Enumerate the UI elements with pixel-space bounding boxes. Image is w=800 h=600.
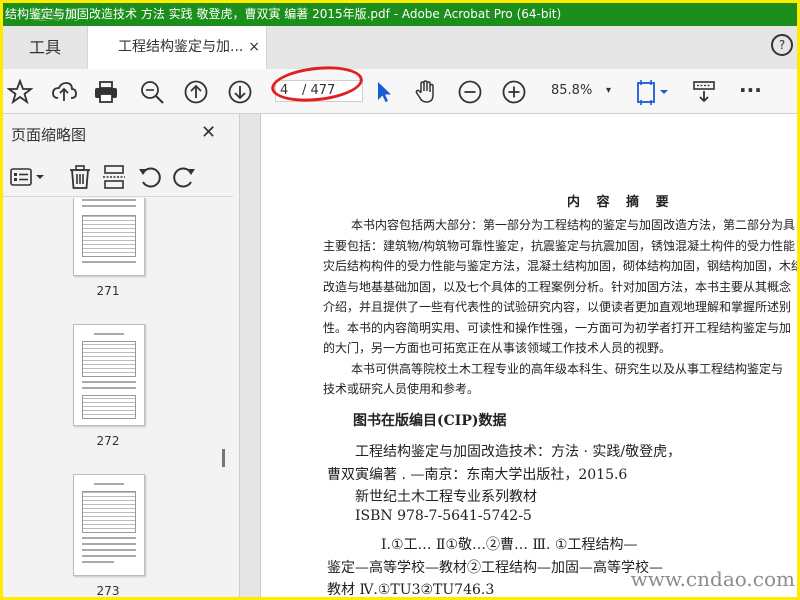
tab-document-label: 工程结构鉴定与加... xyxy=(118,39,244,55)
document-view[interactable]: 内 容 摘 要 本书内容包括两大部分：第一部分为工程结构的鉴定与加固改造方法，第… xyxy=(240,114,797,597)
cip-line: 工程结构鉴定与加固改造技术：方法 · 实践/敬登虎， xyxy=(355,444,682,460)
main-toolbar: 4 / 477 85.8% ▾ ··· xyxy=(3,69,797,114)
print-icon[interactable] xyxy=(93,79,119,105)
window-title: 结构鉴定与加固改造技术 方法 实践 敬登虎，曹双寅 编著 2015年版.pdf … xyxy=(5,7,562,21)
thumbnail-page-label: 273 xyxy=(96,584,120,597)
cip-line: 教材 Ⅳ.①TU3②TU746.3 xyxy=(327,582,495,598)
help-icon[interactable]: ? xyxy=(771,34,793,56)
panel-scrollbar-thumb[interactable] xyxy=(222,449,225,467)
hand-tool-icon[interactable] xyxy=(413,79,439,105)
zoom-in-icon[interactable] xyxy=(501,79,527,105)
tab-bar: 工具 工程结构鉴定与加... × ? xyxy=(3,26,797,70)
panel-toolbar xyxy=(3,158,233,197)
rotate-counterclockwise-icon[interactable] xyxy=(137,164,163,190)
abstract-line: 本书内容包括两大部分：第一部分为工程结构的鉴定与加固改造方法，第二部分为具 xyxy=(351,218,796,232)
cip-title: 图书在版编目(CIP)数据 xyxy=(353,413,507,429)
cip-line: 曹双寅编著 . —南京：东南大学出版社，2015.6 xyxy=(327,467,628,483)
thumbnail-options-icon[interactable] xyxy=(9,164,47,190)
tab-document[interactable]: 工程结构鉴定与加... × xyxy=(87,26,267,70)
cip-line: 鉴定—高等学校—教材②工程结构—加固—高等学校— xyxy=(327,560,663,576)
abstract-line: 主要包括：建筑物/构筑物可靠性鉴定，抗震鉴定与抗震加固，锈蚀混凝土构件的受力性能 xyxy=(323,239,796,253)
panel-title: 页面缩略图 xyxy=(11,126,87,144)
panel-close-icon[interactable]: ✕ xyxy=(201,122,216,143)
abstract-title: 内 容 摘 要 xyxy=(567,195,675,210)
abstract-line: 的大门，另一方面也可拓宽正在从事该领域工作技术人员的视野。 xyxy=(323,341,672,355)
page-thumbnail[interactable] xyxy=(73,474,145,576)
abstract-line: 本书可供高等院校土木工程专业的高年级本科生、研究生以及从事工程结构鉴定与 xyxy=(351,362,784,376)
tab-close-icon[interactable]: × xyxy=(248,26,260,69)
cip-line: ISBN 978-7-5641-5742-5 xyxy=(355,508,532,524)
thumbnail-page-label: 271 xyxy=(96,284,120,298)
rotate-clockwise-icon[interactable] xyxy=(171,164,197,190)
app-window: 结构鉴定与加固改造技术 方法 实践 敬登虎，曹双寅 编著 2015年版.pdf … xyxy=(0,0,800,600)
abstract-line: 性。本书的内容简明实用、可读性和操作性强，一方面可为初学者打开工程结构鉴定与加 xyxy=(323,321,792,335)
bookmark-star-icon[interactable] xyxy=(7,79,33,105)
previous-page-icon[interactable] xyxy=(183,79,209,105)
delete-page-icon[interactable] xyxy=(67,164,93,190)
title-bar: 结构鉴定与加固改造技术 方法 实践 敬登虎，曹双寅 编著 2015年版.pdf … xyxy=(3,3,797,26)
thumbnail-page-label: 272 xyxy=(96,434,120,448)
page-thumbnails-panel: 页面缩略图 ✕ 271 272 273 xyxy=(3,114,240,597)
cip-line: Ⅰ.①工… Ⅱ①敬…②曹… Ⅲ. ①工程结构— xyxy=(381,537,638,553)
page-thumbnail[interactable] xyxy=(73,324,145,426)
zoom-out-icon[interactable] xyxy=(457,79,483,105)
site-watermark: www.cndao.com xyxy=(630,567,795,591)
abstract-line: 技术或研究人员使用和参考。 xyxy=(323,382,480,396)
tab-tools[interactable]: 工具 xyxy=(3,26,87,69)
watermark-logo: 道緣网 xyxy=(33,8,81,24)
next-page-icon[interactable] xyxy=(227,79,253,105)
abstract-line: 灾后结构构件的受力性能与鉴定方法，混凝土结构加固，砌体结构加固，钢结构加固，木结 xyxy=(323,259,800,273)
document-page: 内 容 摘 要 本书内容包括两大部分：第一部分为工程结构的鉴定与加固改造方法，第… xyxy=(260,114,800,598)
abstract-line: 介绍，并且提供了一些有代表性的试验研究内容，以便读者更加直观地理解和掌握所述别 xyxy=(323,300,792,314)
chevron-down-icon: ▾ xyxy=(605,85,611,96)
abstract-line: 改造与地基基础加固，以及七个具体的工程案例分析。针对加固方法，本书主要从其概念 xyxy=(323,280,792,294)
page-thumbnail[interactable] xyxy=(73,198,145,276)
insert-page-icon[interactable] xyxy=(101,164,127,190)
cloud-upload-icon[interactable] xyxy=(51,79,77,105)
more-options-icon[interactable]: ··· xyxy=(739,79,765,105)
thumbnails-list: 271 272 273 xyxy=(3,198,231,597)
zoom-level-dropdown[interactable]: 85.8% ▾ xyxy=(543,80,615,102)
zoom-search-icon[interactable] xyxy=(139,79,165,105)
cip-line: 新世纪土木工程专业系列教材 xyxy=(355,489,537,505)
select-cursor-icon[interactable] xyxy=(371,79,397,105)
zoom-level-value: 85.8% xyxy=(551,83,593,98)
fit-page-icon[interactable] xyxy=(635,79,671,105)
scroll-mode-icon[interactable] xyxy=(691,79,717,105)
